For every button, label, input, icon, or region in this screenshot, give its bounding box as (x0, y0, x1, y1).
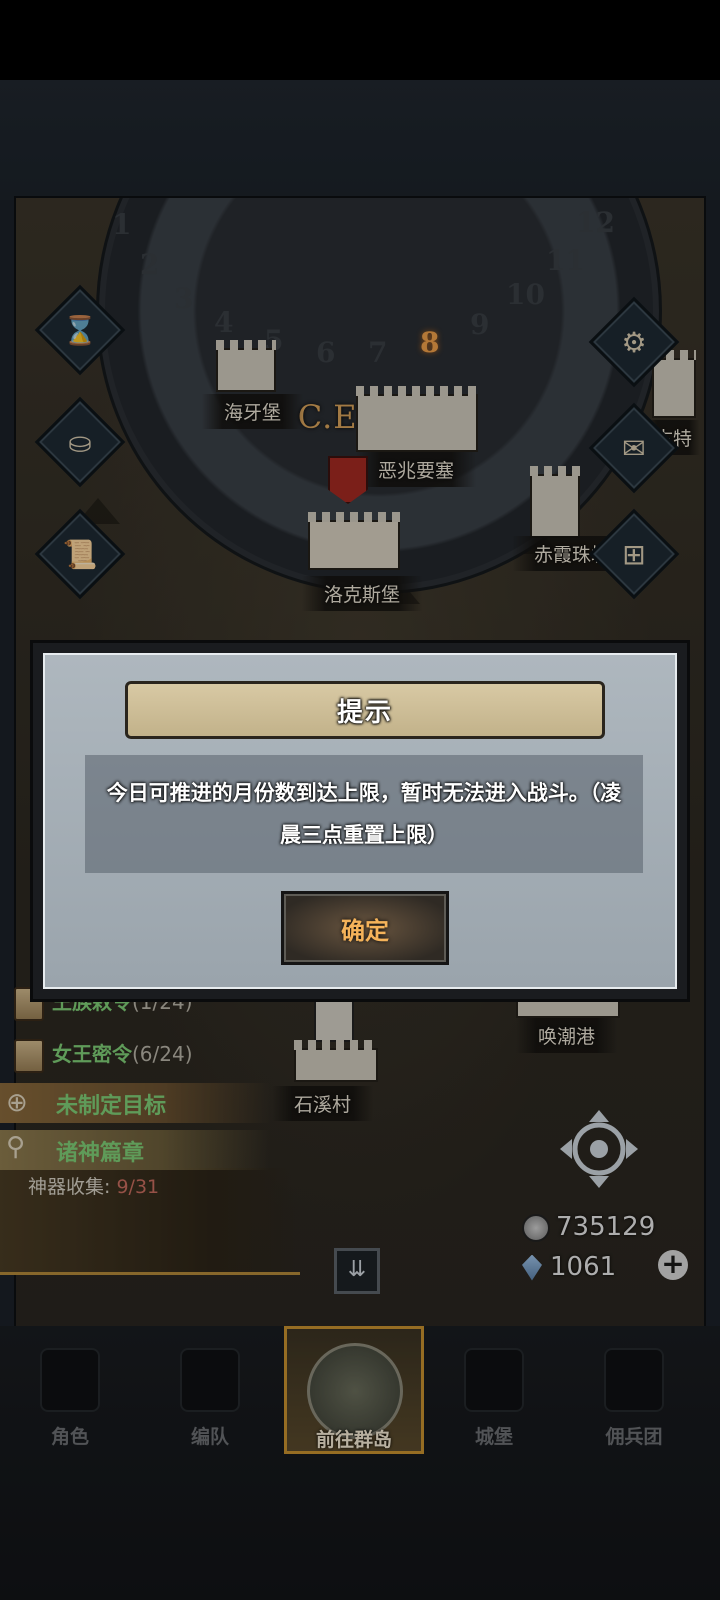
alert-dialog: 提示 今日可推进的月份数到达上限，暂时无法进入战斗。（凌晨三点重置上限） 确定 (30, 640, 690, 1002)
dialog-title: 提示 (125, 681, 605, 739)
message-box: 今日可推进的月份数到达上限，暂时无法进入战斗。（凌晨三点重置上限） (85, 755, 643, 873)
confirm-button[interactable]: 确定 (281, 891, 449, 965)
dialog-body: 提示 今日可推进的月份数到达上限，暂时无法进入战斗。（凌晨三点重置上限） 确定 (43, 653, 677, 989)
dialog-message: 今日可推进的月份数到达上限，暂时无法进入战斗。（凌晨三点重置上限） (106, 781, 622, 847)
